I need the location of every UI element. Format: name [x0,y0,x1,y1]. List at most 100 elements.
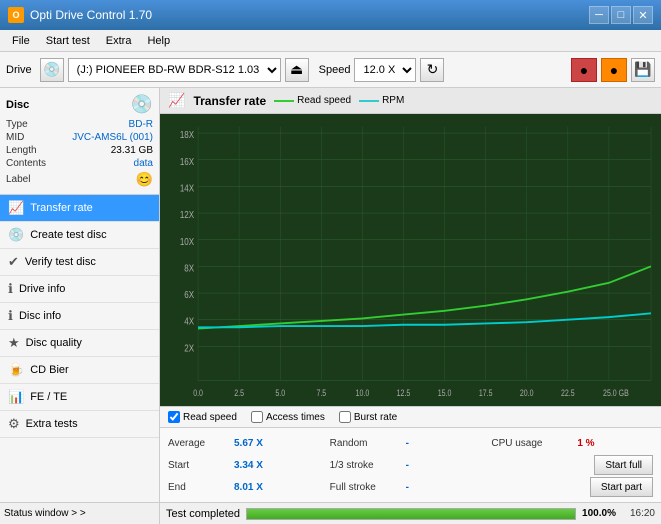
legend-rpm-color [359,100,379,102]
full-stroke-value: - [406,482,436,493]
drive-info-icon: ℹ [8,281,13,297]
start-label: Start [168,460,228,471]
legend-read-label: Read speed [297,95,351,106]
contents-label: Contents [6,158,46,169]
average-label: Average [168,438,228,449]
menu-help[interactable]: Help [139,30,178,51]
svg-text:2X: 2X [184,343,194,354]
toolbar: Drive 💿 (J:) PIONEER BD-RW BDR-S12 1.03 … [0,52,661,88]
chart-title-icon: 📈 [168,92,185,109]
burst-rate-checkbox[interactable] [339,411,351,423]
type-value: BD-R [129,119,153,130]
cb-read-speed[interactable]: Read speed [168,411,237,423]
nav-verify-test-disc-label: Verify test disc [25,256,96,268]
stat-start: Start 3.34 X [168,460,330,471]
nav-drive-info[interactable]: ℹ Drive info [0,276,159,303]
speed-selector[interactable]: 12.0 X [354,58,416,82]
label-icon: 😊 [136,171,153,188]
average-value: 5.67 X [234,438,274,449]
svg-text:10X: 10X [180,236,194,247]
svg-text:12.5: 12.5 [397,388,411,398]
stat-stroke13: 1/3 stroke - [330,460,492,471]
legend-rpm-label: RPM [382,95,404,106]
nav-verify-test-disc[interactable]: ✔ Verify test disc [0,249,159,276]
svg-text:15.0: 15.0 [438,388,452,398]
nav-fe-te-label: FE / TE [30,391,67,403]
cpu-label: CPU usage [491,438,571,449]
access-times-checkbox[interactable] [251,411,263,423]
nav-extra-tests[interactable]: ⚙ Extra tests [0,411,159,438]
cb-access-times[interactable]: Access times [251,411,325,423]
stat-start-full: Start full [491,455,653,475]
nav-transfer-rate-label: Transfer rate [30,202,93,214]
chart-header: 📈 Transfer rate Read speed RPM [160,88,661,114]
stat-end: End 8.01 X [168,482,330,493]
start-part-button[interactable]: Start part [590,477,653,497]
stat-start-part: Start part [491,477,653,497]
start-full-button[interactable]: Start full [594,455,653,475]
nav-create-test-disc-label: Create test disc [30,229,106,241]
disc-quality-icon: ★ [8,335,20,351]
maximize-button[interactable]: □ [611,6,631,24]
menu-start-test[interactable]: Start test [38,30,98,51]
refresh-button[interactable]: ↻ [420,58,444,82]
stroke13-value: - [406,460,436,471]
cd-bier-icon: 🍺 [8,362,24,378]
status-text: Test completed [166,508,240,520]
main-area: Disc 💿 Type BD-R MID JVC-AMS6L (001) Len… [0,88,661,502]
drive-selector[interactable]: (J:) PIONEER BD-RW BDR-S12 1.03 [68,58,281,82]
svg-text:8X: 8X [184,263,194,274]
progress-area: Test completed 100.0% 16:20 [160,508,661,520]
minimize-button[interactable]: ─ [589,6,609,24]
nav-disc-quality[interactable]: ★ Disc quality [0,330,159,357]
nav-disc-info[interactable]: ℹ Disc info [0,303,159,330]
svg-text:18X: 18X [180,129,194,140]
mid-label: MID [6,132,24,143]
svg-text:6X: 6X [184,289,194,300]
legend-rpm: RPM [359,95,404,106]
svg-text:12X: 12X [180,209,194,220]
orange-button[interactable]: ● [601,58,627,82]
read-speed-checkbox[interactable] [168,411,180,423]
legend-read-color [274,100,294,102]
status-window-button[interactable]: Status window > > [0,503,160,524]
drive-icon: 💿 [40,58,64,82]
disc-info-panel: Disc 💿 Type BD-R MID JVC-AMS6L (001) Len… [0,88,159,195]
nav-cd-bier[interactable]: 🍺 CD Bier [0,357,159,384]
right-panel: 📈 Transfer rate Read speed RPM [160,88,661,502]
menu-extra[interactable]: Extra [98,30,140,51]
cb-burst-rate[interactable]: Burst rate [339,411,397,423]
title-bar: O Opti Drive Control 1.70 ─ □ ✕ [0,0,661,30]
end-label: End [168,482,228,493]
nav-drive-info-label: Drive info [19,283,65,295]
eject-button[interactable]: ⏏ [285,58,309,82]
stat-full-stroke: Full stroke - [330,482,492,493]
contents-value: data [134,158,153,169]
svg-text:2.5: 2.5 [234,388,244,398]
label-label: Label [6,174,30,185]
create-test-disc-icon: 💿 [8,227,24,243]
end-value: 8.01 X [234,482,274,493]
type-label: Type [6,119,28,130]
svg-text:22.5: 22.5 [561,388,575,398]
nav-create-test-disc[interactable]: 💿 Create test disc [0,222,159,249]
svg-text:25.0 GB: 25.0 GB [603,388,629,398]
save-button[interactable]: 💾 [631,58,655,82]
chart-title: Transfer rate [193,94,266,108]
verify-test-disc-icon: ✔ [8,254,19,270]
svg-text:10.0: 10.0 [356,388,370,398]
svg-text:4X: 4X [184,316,194,327]
stats-area: Average 5.67 X Random - CPU usage 1 % St… [160,428,661,502]
menu-bar: File Start test Extra Help [0,30,661,52]
menu-file[interactable]: File [4,30,38,51]
nav-cd-bier-label: CD Bier [30,364,69,376]
nav-disc-quality-label: Disc quality [26,337,82,349]
nav-fe-te[interactable]: 📊 FE / TE [0,384,159,411]
close-button[interactable]: ✕ [633,6,653,24]
nav-transfer-rate[interactable]: 📈 Transfer rate [0,195,159,222]
progress-bar-background [246,508,576,520]
svg-text:16X: 16X [180,156,194,167]
fe-te-icon: 📊 [8,389,24,405]
full-stroke-label: Full stroke [330,482,400,493]
red-button[interactable]: ● [571,58,597,82]
